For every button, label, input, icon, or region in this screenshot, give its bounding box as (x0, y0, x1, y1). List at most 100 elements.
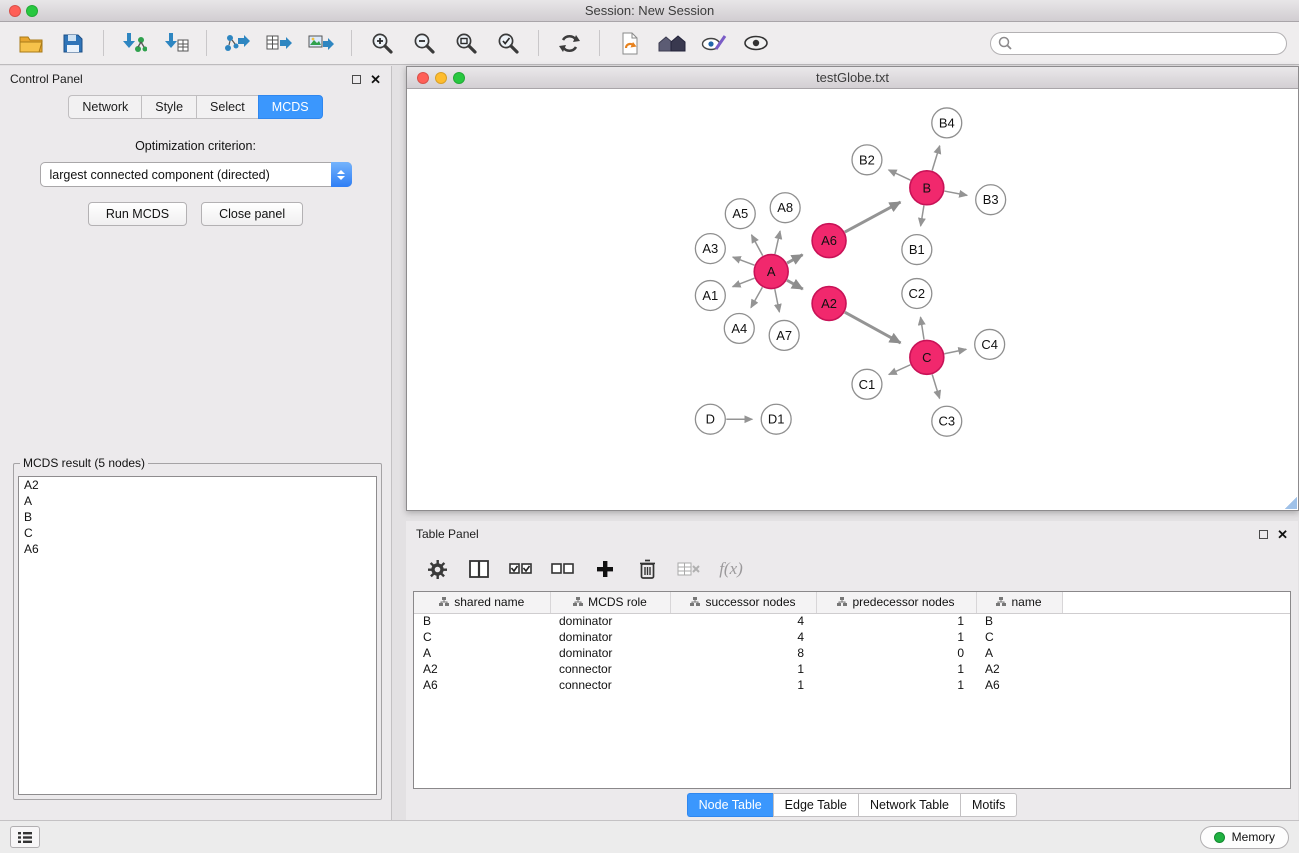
column-header-shared-name[interactable]: shared name (414, 592, 550, 613)
tab-mcds[interactable]: MCDS (258, 95, 323, 119)
graph-edge[interactable] (944, 191, 967, 195)
tab-select[interactable]: Select (196, 95, 258, 119)
graph-edge[interactable] (752, 235, 763, 256)
table-row[interactable]: Cdominator41C (414, 629, 1290, 645)
float-table-panel-icon[interactable] (1259, 530, 1268, 539)
minimize-network-window-button[interactable] (435, 72, 447, 84)
zoom-out-button[interactable] (405, 26, 443, 60)
table-row[interactable]: Bdominator41B (414, 613, 1290, 629)
table-cell[interactable]: 1 (816, 613, 976, 629)
table-cell[interactable]: A (414, 645, 550, 661)
table-row[interactable]: Adominator80A (414, 645, 1290, 661)
table-cell[interactable]: B (414, 613, 550, 629)
table-cell[interactable]: A (976, 645, 1062, 661)
graph-edge[interactable] (775, 231, 780, 254)
zoom-in-button[interactable] (363, 26, 401, 60)
table-cell[interactable]: dominator (550, 645, 670, 661)
graph-edge[interactable] (751, 287, 762, 307)
graph-edge[interactable] (775, 289, 780, 312)
delete-column-button[interactable] (632, 554, 662, 584)
column-header-mcds-role[interactable]: MCDS role (550, 592, 670, 613)
table-cell[interactable]: C (976, 629, 1062, 645)
tab-node-table[interactable]: Node Table (687, 793, 773, 817)
graph-edge[interactable] (932, 375, 939, 399)
table-cell[interactable]: dominator (550, 613, 670, 629)
table-cell[interactable]: 1 (670, 677, 816, 693)
graph-edge[interactable] (787, 280, 803, 289)
save-session-button[interactable] (54, 26, 92, 60)
float-panel-icon[interactable] (352, 75, 361, 84)
tab-style[interactable]: Style (141, 95, 196, 119)
show-panels-button[interactable] (10, 826, 40, 848)
export-network-button[interactable] (218, 26, 256, 60)
open-session-button[interactable] (12, 26, 50, 60)
result-item[interactable]: A6 (19, 541, 376, 557)
hide-graphics-details-button[interactable] (695, 26, 733, 60)
network-overview-button[interactable] (653, 26, 691, 60)
close-table-panel-icon[interactable]: ✕ (1277, 528, 1288, 541)
graph-edge[interactable] (787, 255, 803, 263)
table-cell[interactable]: B (976, 613, 1062, 629)
add-column-button[interactable] (590, 554, 620, 584)
network-canvas[interactable]: B4B2BB3A5A8A6A3B1AC2A1A2A4A7C4CC1DD1C3 (407, 90, 1298, 510)
zoom-fit-button[interactable] (447, 26, 485, 60)
export-image-button[interactable] (302, 26, 340, 60)
table-cell[interactable]: A6 (414, 677, 550, 693)
zoom-selected-button[interactable] (489, 26, 527, 60)
graph-edge[interactable] (845, 202, 901, 232)
import-table-button[interactable] (157, 26, 195, 60)
result-item[interactable]: B (19, 509, 376, 525)
deselect-all-button[interactable] (548, 554, 578, 584)
close-network-window-button[interactable] (417, 72, 429, 84)
zoom-window-button[interactable] (26, 5, 38, 17)
refresh-button[interactable] (550, 26, 588, 60)
import-network-button[interactable] (115, 26, 153, 60)
table-cell[interactable]: A6 (976, 677, 1062, 693)
column-selector-button[interactable] (464, 554, 494, 584)
search-input[interactable] (990, 32, 1287, 55)
result-item[interactable]: A (19, 493, 376, 509)
close-window-button[interactable] (9, 5, 21, 17)
tab-edge-table[interactable]: Edge Table (773, 793, 858, 817)
select-all-button[interactable] (506, 554, 536, 584)
close-panel-button[interactable]: Close panel (201, 202, 303, 226)
table-cell[interactable]: 1 (816, 629, 976, 645)
table-cell[interactable]: 1 (670, 661, 816, 677)
resize-grip[interactable] (1285, 497, 1297, 509)
function-builder-button[interactable]: f(x) (716, 554, 746, 584)
tab-network-table[interactable]: Network Table (858, 793, 960, 817)
export-table-button[interactable] (260, 26, 298, 60)
table-cell[interactable]: connector (550, 677, 670, 693)
show-graphics-details-button[interactable] (737, 26, 775, 60)
graph-edge[interactable] (889, 170, 911, 180)
table-cell[interactable]: 8 (670, 645, 816, 661)
table-cell[interactable]: A2 (976, 661, 1062, 677)
table-cell[interactable]: C (414, 629, 550, 645)
graph-edge[interactable] (921, 206, 924, 226)
close-panel-icon[interactable]: ✕ (370, 73, 381, 86)
table-cell[interactable]: 4 (670, 613, 816, 629)
memory-button[interactable]: Memory (1200, 826, 1289, 849)
tab-motifs[interactable]: Motifs (960, 793, 1017, 817)
table-row[interactable]: A2connector11A2 (414, 661, 1290, 677)
graph-edge[interactable] (733, 257, 755, 265)
table-cell[interactable]: 0 (816, 645, 976, 661)
table-cell[interactable]: 1 (816, 677, 976, 693)
tab-network[interactable]: Network (68, 95, 141, 119)
table-row[interactable]: A6connector11A6 (414, 677, 1290, 693)
delete-table-button[interactable] (674, 554, 704, 584)
graph-edge[interactable] (845, 312, 901, 343)
table-cell[interactable]: 4 (670, 629, 816, 645)
result-item[interactable]: C (19, 525, 376, 541)
table-cell[interactable]: dominator (550, 629, 670, 645)
column-header-successor-nodes[interactable]: successor nodes (670, 592, 816, 613)
table-cell[interactable]: 1 (816, 661, 976, 677)
column-header-predecessor-nodes[interactable]: predecessor nodes (816, 592, 976, 613)
open-recent-session-button[interactable] (611, 26, 649, 60)
table-settings-button[interactable] (422, 554, 452, 584)
table-cell[interactable]: A2 (414, 661, 550, 677)
graph-edge[interactable] (733, 278, 755, 287)
optimization-criterion-dropdown[interactable]: largest connected component (directed) (40, 162, 352, 187)
column-header-name[interactable]: name (976, 592, 1062, 613)
graph-edge[interactable] (921, 317, 924, 339)
